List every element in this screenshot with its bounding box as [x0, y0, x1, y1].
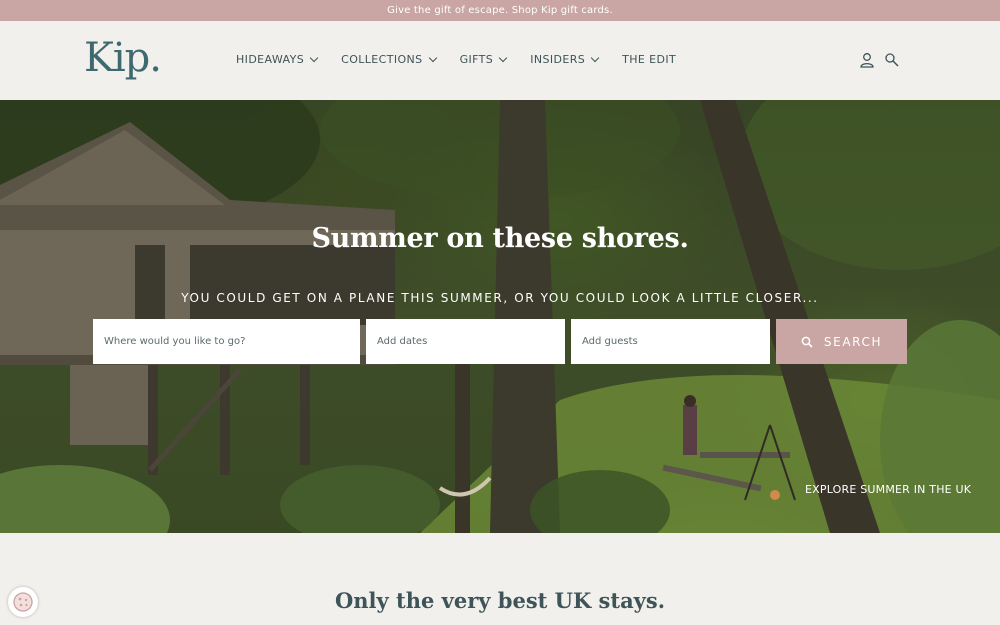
promo-text[interactable]: Give the gift of escape. Shop Kip gift c… — [387, 5, 613, 16]
nav-label: THE EDIT — [622, 53, 677, 66]
guests-input[interactable]: Add guests — [571, 319, 770, 364]
search-button-label: SEARCH — [823, 334, 883, 349]
site-header: Kip. HIDEAWAYS COLLECTIONS GIFTS INSIDER… — [0, 21, 1000, 100]
chevron-down-icon — [498, 53, 508, 62]
hero-subtitle: YOU COULD GET ON A PLANE THIS SUMMER, OR… — [181, 291, 819, 305]
chevron-down-icon — [309, 53, 319, 62]
search-icon — [801, 336, 813, 348]
chevron-down-icon — [428, 53, 437, 62]
user-icon[interactable] — [859, 52, 875, 68]
cookie-icon — [13, 592, 33, 612]
hero-image — [0, 100, 1000, 533]
nav-item-gifts[interactable]: GIFTS — [459, 53, 508, 66]
nav-label: COLLECTIONS — [341, 53, 423, 66]
search-button[interactable]: SEARCH — [776, 319, 907, 364]
nav-label: GIFTS — [459, 53, 494, 66]
nav-item-insiders[interactable]: INSIDERS — [530, 53, 600, 66]
nav-item-the-edit[interactable]: THE EDIT — [622, 53, 676, 66]
promo-banner[interactable]: Give the gift of escape. Shop Kip gift c… — [0, 0, 1000, 21]
main-nav: HIDEAWAYS COLLECTIONS GIFTS INSIDERS THE… — [236, 53, 700, 66]
section-title: Only the very best UK stays. — [334, 588, 666, 613]
nav-label: HIDEAWAYS — [236, 53, 305, 66]
nav-label: INSIDERS — [530, 53, 586, 66]
destination-input[interactable]: Where would you like to go? — [93, 319, 360, 364]
hero-section: Summer on these shores. YOU COULD GET ON… — [0, 100, 1000, 533]
nav-item-collections[interactable]: COLLECTIONS — [341, 53, 437, 66]
chevron-down-icon — [590, 53, 600, 62]
cookie-settings-button[interactable] — [8, 587, 38, 617]
search-icon[interactable] — [884, 52, 900, 68]
hero-title: Summer on these shores. — [311, 223, 689, 254]
site-logo[interactable]: Kip. — [84, 35, 162, 81]
explore-link[interactable]: EXPLORE SUMMER IN THE UK — [805, 483, 971, 496]
nav-item-hideaways[interactable]: HIDEAWAYS — [236, 53, 319, 66]
dates-input[interactable]: Add dates — [366, 319, 565, 364]
